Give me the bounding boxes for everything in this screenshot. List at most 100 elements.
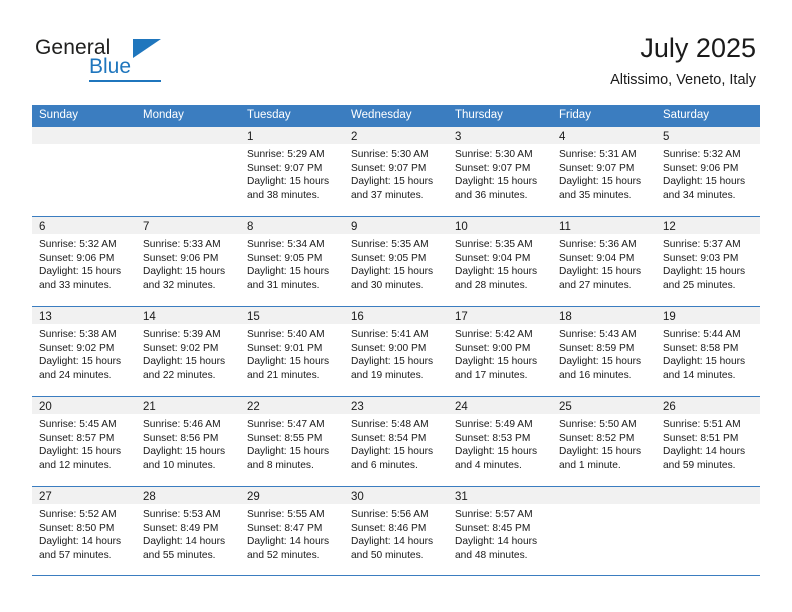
daylight-text: Daylight: 15 hours and 25 minutes. [663,266,746,291]
sunset-text: Sunset: 8:46 PM [351,522,427,534]
day-cell[interactable]: 20 Sunrise: 5:45 AM Sunset: 8:57 PM Dayl… [32,397,136,486]
weekday-header-friday: Friday [559,109,591,121]
day-cell[interactable]: 29 Sunrise: 5:55 AM Sunset: 8:47 PM Dayl… [240,487,344,575]
daylight-text: Daylight: 14 hours and 50 minutes. [351,536,434,561]
sunrise-text: Sunrise: 5:50 AM [559,419,637,430]
day-cell[interactable]: 13 Sunrise: 5:38 AM Sunset: 9:02 PM Dayl… [32,307,136,396]
weekday-header-row: Sunday Monday Tuesday Wednesday Thursday… [32,105,760,126]
day-details: Sunrise: 5:41 AM Sunset: 9:00 PM Dayligh… [344,324,448,382]
day-details: Sunrise: 5:32 AM Sunset: 9:06 PM Dayligh… [656,144,760,202]
day-details: Sunrise: 5:57 AM Sunset: 8:45 PM Dayligh… [448,504,552,562]
day-details: Sunrise: 5:40 AM Sunset: 9:01 PM Dayligh… [240,324,344,382]
sunrise-text: Sunrise: 5:43 AM [559,329,637,340]
sunrise-text: Sunrise: 5:34 AM [247,239,325,250]
daylight-text: Daylight: 15 hours and 30 minutes. [351,266,434,291]
sunset-text: Sunset: 8:51 PM [663,432,739,444]
sunset-text: Sunset: 9:06 PM [663,162,739,174]
day-cell[interactable] [136,127,240,216]
day-number-band: 17 [448,307,552,324]
sunset-text: Sunset: 9:01 PM [247,342,323,354]
day-number-band: 7 [136,217,240,234]
day-cell[interactable]: 17 Sunrise: 5:42 AM Sunset: 9:00 PM Dayl… [448,307,552,396]
daylight-text: Daylight: 15 hours and 16 minutes. [559,356,642,381]
sunset-text: Sunset: 8:49 PM [143,522,219,534]
day-number-band [656,487,760,504]
day-number-band: 15 [240,307,344,324]
day-number-band: 14 [136,307,240,324]
day-cell[interactable]: 26 Sunrise: 5:51 AM Sunset: 8:51 PM Dayl… [656,397,760,486]
day-number-band: 30 [344,487,448,504]
daylight-text: Daylight: 14 hours and 59 minutes. [663,446,746,471]
day-details: Sunrise: 5:42 AM Sunset: 9:00 PM Dayligh… [448,324,552,382]
day-number: 4 [559,131,566,143]
sunrise-text: Sunrise: 5:49 AM [455,419,533,430]
day-cell[interactable]: 31 Sunrise: 5:57 AM Sunset: 8:45 PM Dayl… [448,487,552,575]
day-cell[interactable]: 23 Sunrise: 5:48 AM Sunset: 8:54 PM Dayl… [344,397,448,486]
day-number: 10 [455,221,468,233]
sunrise-text: Sunrise: 5:35 AM [351,239,429,250]
day-cell[interactable]: 2 Sunrise: 5:30 AM Sunset: 9:07 PM Dayli… [344,127,448,216]
day-cell[interactable]: 11 Sunrise: 5:36 AM Sunset: 9:04 PM Dayl… [552,217,656,306]
day-cell[interactable]: 19 Sunrise: 5:44 AM Sunset: 8:58 PM Dayl… [656,307,760,396]
day-cell[interactable]: 16 Sunrise: 5:41 AM Sunset: 9:00 PM Dayl… [344,307,448,396]
day-cell[interactable]: 10 Sunrise: 5:35 AM Sunset: 9:04 PM Dayl… [448,217,552,306]
logo-underline [89,80,161,82]
day-cell[interactable]: 8 Sunrise: 5:34 AM Sunset: 9:05 PM Dayli… [240,217,344,306]
sunset-text: Sunset: 9:00 PM [351,342,427,354]
daylight-text: Daylight: 15 hours and 19 minutes. [351,356,434,381]
day-cell[interactable]: 6 Sunrise: 5:32 AM Sunset: 9:06 PM Dayli… [32,217,136,306]
sunset-text: Sunset: 9:02 PM [39,342,115,354]
day-number: 24 [455,401,468,413]
day-details: Sunrise: 5:35 AM Sunset: 9:05 PM Dayligh… [344,234,448,292]
day-number: 29 [247,491,260,503]
day-details: Sunrise: 5:33 AM Sunset: 9:06 PM Dayligh… [136,234,240,292]
day-cell[interactable]: 27 Sunrise: 5:52 AM Sunset: 8:50 PM Dayl… [32,487,136,575]
day-cell[interactable]: 30 Sunrise: 5:56 AM Sunset: 8:46 PM Dayl… [344,487,448,575]
day-cell[interactable]: 28 Sunrise: 5:53 AM Sunset: 8:49 PM Dayl… [136,487,240,575]
day-cell[interactable] [656,487,760,575]
day-number-band [136,127,240,144]
day-number: 18 [559,311,572,323]
day-cell[interactable]: 5 Sunrise: 5:32 AM Sunset: 9:06 PM Dayli… [656,127,760,216]
triangle-icon [133,39,161,58]
daylight-text: Daylight: 15 hours and 14 minutes. [663,356,746,381]
day-number-band: 26 [656,397,760,414]
weekday-header-thursday: Thursday [455,109,503,121]
sunrise-text: Sunrise: 5:31 AM [559,149,637,160]
title-block: July 2025 Altissimo, Veneto, Italy [610,32,756,90]
day-cell[interactable]: 4 Sunrise: 5:31 AM Sunset: 9:07 PM Dayli… [552,127,656,216]
daylight-text: Daylight: 15 hours and 6 minutes. [351,446,434,471]
day-number: 17 [455,311,468,323]
day-number-band: 3 [448,127,552,144]
day-number-band: 28 [136,487,240,504]
day-details: Sunrise: 5:32 AM Sunset: 9:06 PM Dayligh… [32,234,136,292]
sunrise-text: Sunrise: 5:32 AM [663,149,741,160]
day-cell[interactable]: 21 Sunrise: 5:46 AM Sunset: 8:56 PM Dayl… [136,397,240,486]
week-row: 13 Sunrise: 5:38 AM Sunset: 9:02 PM Dayl… [32,306,760,396]
week-row: 27 Sunrise: 5:52 AM Sunset: 8:50 PM Dayl… [32,486,760,576]
day-cell[interactable]: 18 Sunrise: 5:43 AM Sunset: 8:59 PM Dayl… [552,307,656,396]
day-cell[interactable]: 12 Sunrise: 5:37 AM Sunset: 9:03 PM Dayl… [656,217,760,306]
day-details: Sunrise: 5:49 AM Sunset: 8:53 PM Dayligh… [448,414,552,472]
day-cell[interactable]: 14 Sunrise: 5:39 AM Sunset: 9:02 PM Dayl… [136,307,240,396]
day-cell[interactable] [552,487,656,575]
day-number-band: 23 [344,397,448,414]
day-cell[interactable]: 15 Sunrise: 5:40 AM Sunset: 9:01 PM Dayl… [240,307,344,396]
weekday-header-saturday: Saturday [663,109,710,121]
sunrise-text: Sunrise: 5:38 AM [39,329,117,340]
day-cell[interactable]: 3 Sunrise: 5:30 AM Sunset: 9:07 PM Dayli… [448,127,552,216]
day-cell[interactable]: 22 Sunrise: 5:47 AM Sunset: 8:55 PM Dayl… [240,397,344,486]
day-details: Sunrise: 5:31 AM Sunset: 9:07 PM Dayligh… [552,144,656,202]
sunset-text: Sunset: 8:58 PM [663,342,739,354]
day-number: 1 [247,131,254,143]
day-cell[interactable]: 25 Sunrise: 5:50 AM Sunset: 8:52 PM Dayl… [552,397,656,486]
weekday-header-sunday: Sunday [39,109,79,121]
day-cell[interactable] [32,127,136,216]
day-cell[interactable]: 7 Sunrise: 5:33 AM Sunset: 9:06 PM Dayli… [136,217,240,306]
general-blue-logo[interactable]: General Blue [35,36,185,84]
sunrise-text: Sunrise: 5:48 AM [351,419,429,430]
day-cell[interactable]: 24 Sunrise: 5:49 AM Sunset: 8:53 PM Dayl… [448,397,552,486]
sunset-text: Sunset: 9:07 PM [351,162,427,174]
day-cell[interactable]: 1 Sunrise: 5:29 AM Sunset: 9:07 PM Dayli… [240,127,344,216]
day-cell[interactable]: 9 Sunrise: 5:35 AM Sunset: 9:05 PM Dayli… [344,217,448,306]
